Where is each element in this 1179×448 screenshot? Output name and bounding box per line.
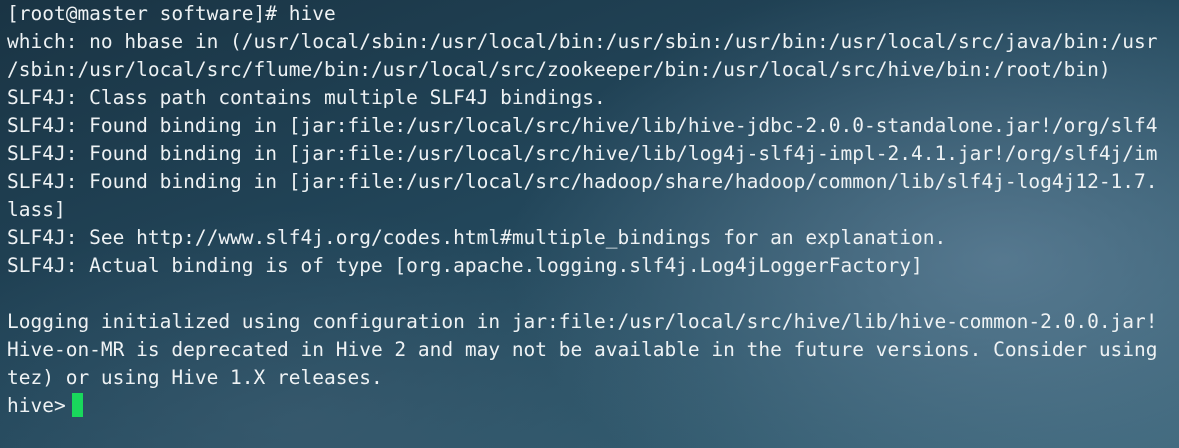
terminal-line-2: which: no hbase in (/usr/local/sbin:/usr…	[7, 30, 1158, 53]
terminal-line-3: /sbin:/usr/local/src/flume/bin:/usr/loca…	[7, 58, 1111, 81]
terminal-line-10: SLF4J: Actual binding is of type [org.ap…	[7, 254, 923, 277]
terminal-line-11	[7, 280, 1179, 308]
terminal-line-1: [root@master software]# hive	[7, 2, 336, 25]
terminal-cursor[interactable]	[71, 393, 83, 417]
terminal-line-5: SLF4J: Found binding in [jar:file:/usr/l…	[7, 114, 1158, 137]
terminal-prompt-line[interactable]: hive>	[7, 392, 1179, 420]
terminal-line-12: Logging initialized using configuration …	[7, 310, 1158, 333]
terminal-line-6: SLF4J: Found binding in [jar:file:/usr/l…	[7, 142, 1158, 165]
terminal-line-4: SLF4J: Class path contains multiple SLF4…	[7, 86, 606, 109]
hive-prompt: hive>	[7, 394, 66, 417]
terminal-line-13: Hive-on-MR is deprecated in Hive 2 and m…	[7, 338, 1158, 361]
terminal-line-9: SLF4J: See http://www.slf4j.org/codes.ht…	[7, 226, 947, 249]
terminal-line-8: lass]	[7, 198, 66, 221]
terminal-line-14: tez) or using Hive 1.X releases.	[7, 366, 383, 389]
terminal-line-7: SLF4J: Found binding in [jar:file:/usr/l…	[7, 170, 1158, 193]
terminal-window[interactable]: [root@master software]# hive which: no h…	[0, 0, 1179, 448]
